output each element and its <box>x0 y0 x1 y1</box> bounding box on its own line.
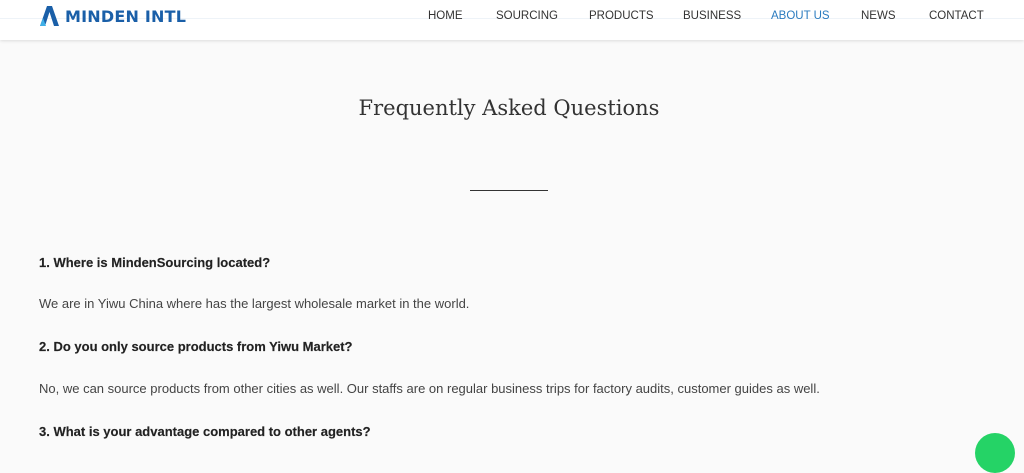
nav-item-business[interactable]: BUSINESS <box>683 9 741 23</box>
nav-item-products[interactable]: PRODUCTS <box>589 9 654 23</box>
faq-question: 2. Do you only source products from Yiwu… <box>39 339 353 354</box>
faq-question: 3. What is your advantage compared to ot… <box>39 424 371 439</box>
nav-item-about-us[interactable]: ABOUT US <box>771 9 830 23</box>
nav-item-contact[interactable]: CONTACT <box>929 9 984 23</box>
title-divider <box>470 190 548 191</box>
faq-question: 1. Where is MindenSourcing located? <box>39 255 271 270</box>
nav-item-sourcing[interactable]: SOURCING <box>496 9 558 23</box>
site-header: MINDEN INTL HOME SOURCING PRODUCTS BUSIN… <box>0 0 1024 40</box>
faq-answer: No, we can source products from other ci… <box>39 381 820 396</box>
nav-item-news[interactable]: NEWS <box>861 9 896 23</box>
whatsapp-chat-button[interactable] <box>975 433 1015 473</box>
nav-item-home[interactable]: HOME <box>428 9 463 23</box>
faq-answer: We are in Yiwu China where has the large… <box>39 296 470 311</box>
main-nav: HOME SOURCING PRODUCTS BUSINESS ABOUT US… <box>0 9 1024 23</box>
page-title: Frequently Asked Questions <box>358 96 660 120</box>
